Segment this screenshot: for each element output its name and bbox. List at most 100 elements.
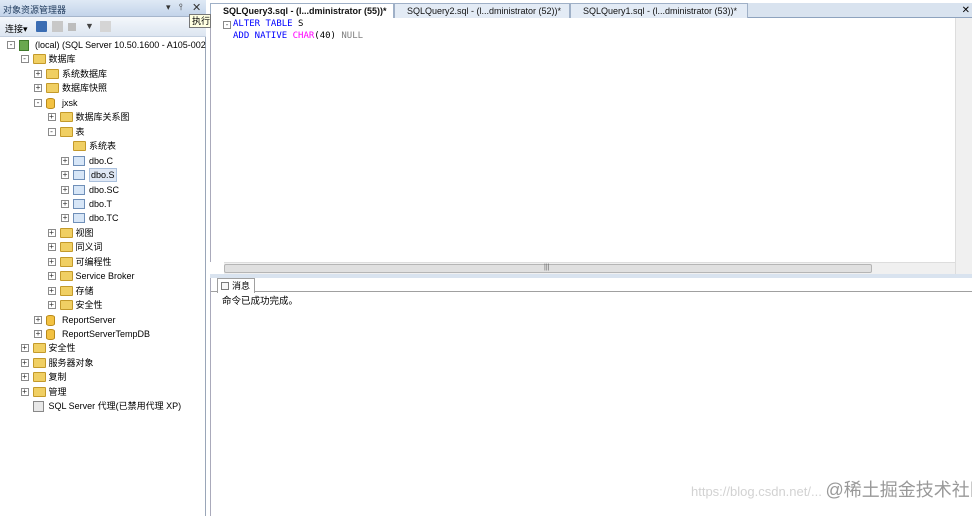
tree-item-label: (local) (SQL Server 10.50.1600 - A105-00…	[35, 40, 206, 50]
expand-icon[interactable]: +	[34, 315, 42, 324]
connect-button[interactable]: 连接▾	[5, 22, 28, 35]
expand-icon[interactable]: +	[61, 185, 69, 194]
tree-item-label: SQL Server 代理(已禁用代理 XP)	[48, 401, 182, 412]
tree-item[interactable]: -表	[0, 125, 206, 139]
pin-icon[interactable]: ⫯	[179, 2, 183, 13]
expand-icon[interactable]: +	[20, 373, 29, 382]
expand-icon[interactable]: +	[47, 301, 56, 310]
connect-label: 连接	[5, 24, 24, 34]
tree-item[interactable]: - (local) (SQL Server 10.50.1600 - A105-0…	[0, 38, 206, 52]
tree-item[interactable]: + 复制	[0, 370, 206, 384]
arguments: (40)	[314, 31, 342, 41]
tree-item[interactable]: + 系统数据库	[0, 67, 206, 81]
expand-icon[interactable]: +	[47, 243, 56, 252]
expand-icon[interactable]: +	[34, 330, 42, 338]
expand-icon[interactable]: +	[47, 257, 56, 266]
collapse-icon[interactable]: -	[47, 127, 56, 136]
object-explorer-toolbar: 连接▾ ▼	[0, 17, 206, 37]
collapse-icon[interactable]: -	[223, 21, 231, 29]
folder-icon	[46, 83, 59, 94]
dropdown-icon[interactable]: ▾	[166, 2, 171, 13]
tree-item[interactable]: SQL Server 代理(已禁用代理 XP)	[0, 399, 206, 413]
tree-item[interactable]: + 存储	[0, 284, 206, 298]
database-icon	[46, 314, 55, 326]
tree-item[interactable]: + dbo.SC	[0, 183, 206, 197]
tree-item-label: 视图	[75, 227, 94, 238]
tree-item-label: 可编程性	[75, 256, 112, 267]
disconnect-icon[interactable]	[52, 21, 63, 32]
collapse-icon[interactable]: -	[7, 41, 15, 49]
editor-vertical-scrollbar[interactable]	[955, 18, 972, 274]
expand-icon[interactable]: +	[34, 69, 42, 78]
expand-icon[interactable]: +	[61, 199, 69, 208]
folder-icon	[59, 112, 73, 123]
messages-icon	[221, 282, 229, 290]
tree-item-label: 系统数据库	[62, 68, 108, 79]
expand-icon[interactable]: +	[61, 214, 69, 223]
messages-tab-label: 消息	[232, 281, 251, 291]
collapse-icon[interactable]: -	[34, 98, 42, 107]
close-icon[interactable]: ✕	[192, 1, 201, 14]
keyword: ALTER TABLE	[233, 19, 293, 29]
tree-item[interactable]: + 视图	[0, 226, 206, 240]
identifier: S	[292, 19, 304, 29]
tree-item[interactable]: 系统表	[0, 139, 206, 153]
filter-icon[interactable]: ▼	[84, 21, 95, 32]
tree-item[interactable]: + 安全性	[0, 341, 206, 355]
refresh-icon[interactable]	[100, 21, 111, 32]
tree-item[interactable]: - 数据库	[0, 52, 206, 66]
tree-item[interactable]: + dbo.T	[0, 197, 206, 211]
document-tabs: SQLQuery3.sql - (l...dministrator (55))*…	[210, 3, 972, 19]
stop-icon[interactable]	[68, 23, 76, 31]
tree-item[interactable]: + 数据库关系图	[0, 110, 206, 124]
tree-item[interactable]: + 数据库快照	[0, 81, 206, 95]
editor-horizontal-scrollbar[interactable]: |||	[224, 262, 955, 274]
expand-icon[interactable]: +	[20, 387, 29, 396]
expand-icon[interactable]: +	[34, 84, 42, 93]
tree-item-label: ReportServerTempDB	[62, 329, 151, 339]
tree-item-label: 复制	[48, 372, 67, 383]
tree-item[interactable]: + dbo.TC	[0, 211, 206, 225]
expand-icon[interactable]: +	[61, 171, 69, 180]
connect-dropdown-icon: ▾	[23, 24, 28, 34]
expand-icon[interactable]: +	[20, 358, 29, 367]
tree-item[interactable]: + 管理	[0, 385, 206, 399]
keyword: ADD NATIVE	[233, 31, 288, 41]
tree-item-label: Service Broker	[75, 271, 135, 282]
collapse-icon[interactable]: -	[20, 55, 29, 64]
tree-item[interactable]: + 安全性	[0, 298, 206, 312]
expand-icon[interactable]: +	[47, 272, 56, 281]
expand-icon[interactable]: +	[47, 113, 56, 122]
expand-icon[interactable]: +	[47, 228, 56, 237]
tab-sqlquery2[interactable]: SQLQuery2.sql - (l...dministrator (52))*	[394, 3, 570, 18]
expand-icon[interactable]: +	[47, 286, 56, 295]
close-tab-icon[interactable]: ✕	[962, 3, 970, 18]
tree-item[interactable]: + ReportServer	[0, 313, 206, 327]
connect-explorer-icon[interactable]	[36, 21, 47, 32]
expand-icon[interactable]: +	[61, 156, 69, 165]
server-icon	[19, 40, 29, 51]
tree-item-label: 安全性	[75, 300, 103, 311]
object-explorer-panel: 对象资源管理器 ▾ ⫯ ✕ 连接▾ ▼ - (local) (SQL Server…	[0, 0, 206, 516]
scrollbar-grip-icon: |||	[544, 264, 550, 271]
tree-item[interactable]: + dbo.S	[0, 168, 206, 183]
tree-item[interactable]: + 可编程性	[0, 255, 206, 269]
tab-messages[interactable]: 消息	[217, 278, 255, 293]
tree-item-label: dbo.TC	[89, 213, 119, 224]
tab-sqlquery3[interactable]: SQLQuery3.sql - (l...dministrator (55))*	[210, 3, 394, 19]
tree-item[interactable]: + 服务器对象	[0, 356, 206, 370]
function-name: CHAR	[287, 31, 315, 41]
tree-item-label: 服务器对象	[48, 357, 94, 368]
tree-item[interactable]: + 同义词	[0, 240, 206, 254]
tree-item[interactable]: + Service Broker	[0, 269, 206, 283]
tree-item[interactable]: - jxsk	[0, 96, 206, 110]
folder-icon	[32, 372, 46, 383]
query-editor[interactable]: - ALTER TABLE S ADD NATIVE CHAR(40) NULL	[210, 18, 972, 262]
tab-sqlquery1[interactable]: SQLQuery1.sql - (l...dministrator (53))*	[570, 3, 748, 18]
table-icon	[73, 213, 85, 224]
expand-icon[interactable]: +	[20, 344, 29, 353]
tree-item[interactable]: + dbo.C	[0, 154, 206, 168]
folder-icon	[46, 68, 59, 79]
tree-item[interactable]: + ReportServerTempDB	[0, 327, 206, 341]
object-explorer-title-bar: 对象资源管理器 ▾ ⫯ ✕	[0, 0, 206, 17]
